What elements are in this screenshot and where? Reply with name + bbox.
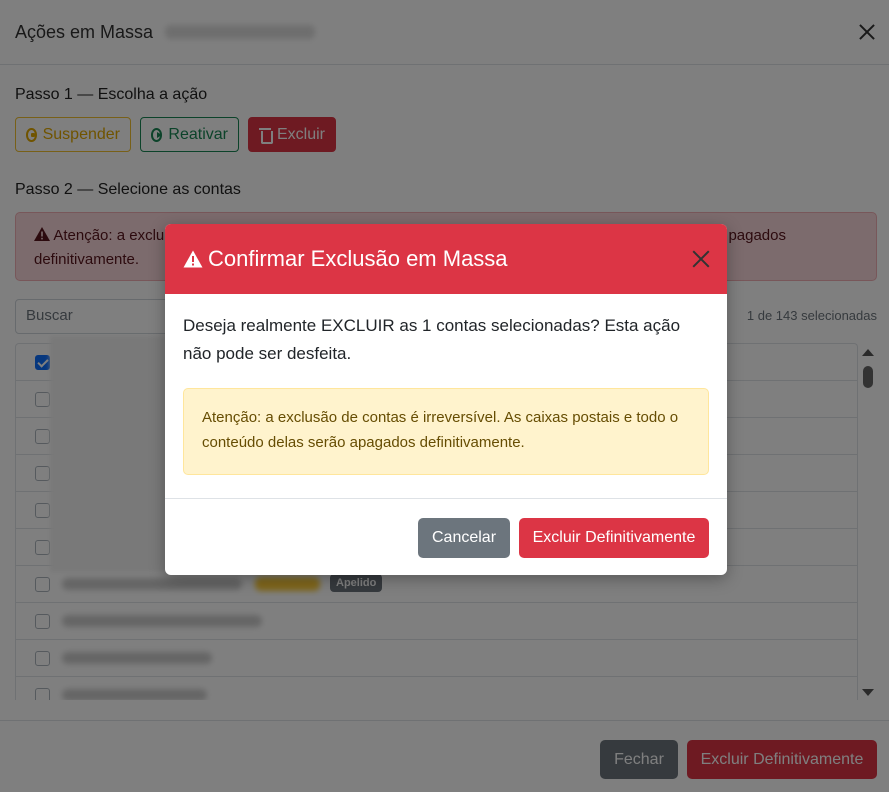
confirm-delete-dialog: Confirmar Exclusão em Massa Deseja realm… [165,224,727,575]
warning-triangle-icon [183,250,203,268]
confirm-delete-button[interactable]: Excluir Definitivamente [519,518,709,558]
cancel-button[interactable]: Cancelar [418,518,510,558]
confirm-dialog-title: Confirmar Exclusão em Massa [208,246,508,271]
confirm-dialog-footer: Cancelar Excluir Definitivamente [165,498,727,575]
confirm-dialog-body: Deseja realmente EXCLUIR as 1 contas sel… [165,294,727,475]
confirm-message: Deseja realmente EXCLUIR as 1 contas sel… [183,316,681,363]
close-icon[interactable] [689,247,713,271]
confirm-dialog-header: Confirmar Exclusão em Massa [165,224,727,294]
irreversible-warning: Atenção: a exclusão de contas é irrevers… [183,388,709,475]
